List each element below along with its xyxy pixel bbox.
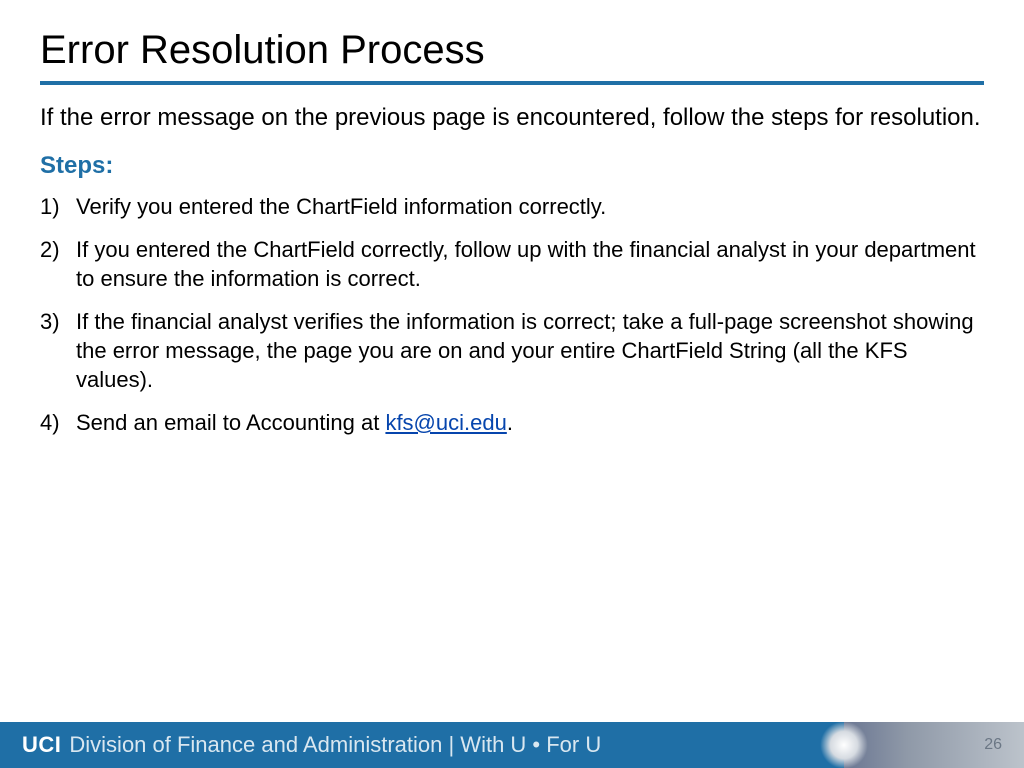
footer: UCI Division of Finance and Administrati… <box>0 722 1024 768</box>
uci-logo-text: UCI <box>22 732 61 758</box>
title-underline <box>40 81 984 85</box>
footer-division-text: Division of Finance and Administration |… <box>69 732 601 758</box>
step-item: If you entered the ChartField correctly,… <box>40 235 984 293</box>
step-item: If the financial analyst verifies the in… <box>40 307 984 394</box>
slide: Error Resolution Process If the error me… <box>0 0 1024 768</box>
steps-list: Verify you entered the ChartField inform… <box>0 192 1024 437</box>
slide-title: Error Resolution Process <box>0 0 1024 81</box>
step-text: Send an email to Accounting at <box>76 410 385 435</box>
step-text: . <box>507 410 513 435</box>
steps-heading: Steps: <box>0 152 1024 192</box>
email-link[interactable]: kfs@uci.edu <box>385 410 506 435</box>
step-item: Send an email to Accounting at kfs@uci.e… <box>40 408 984 437</box>
step-item: Verify you entered the ChartField inform… <box>40 192 984 221</box>
intro-text: If the error message on the previous pag… <box>0 103 1024 152</box>
page-number: 26 <box>984 736 1002 754</box>
